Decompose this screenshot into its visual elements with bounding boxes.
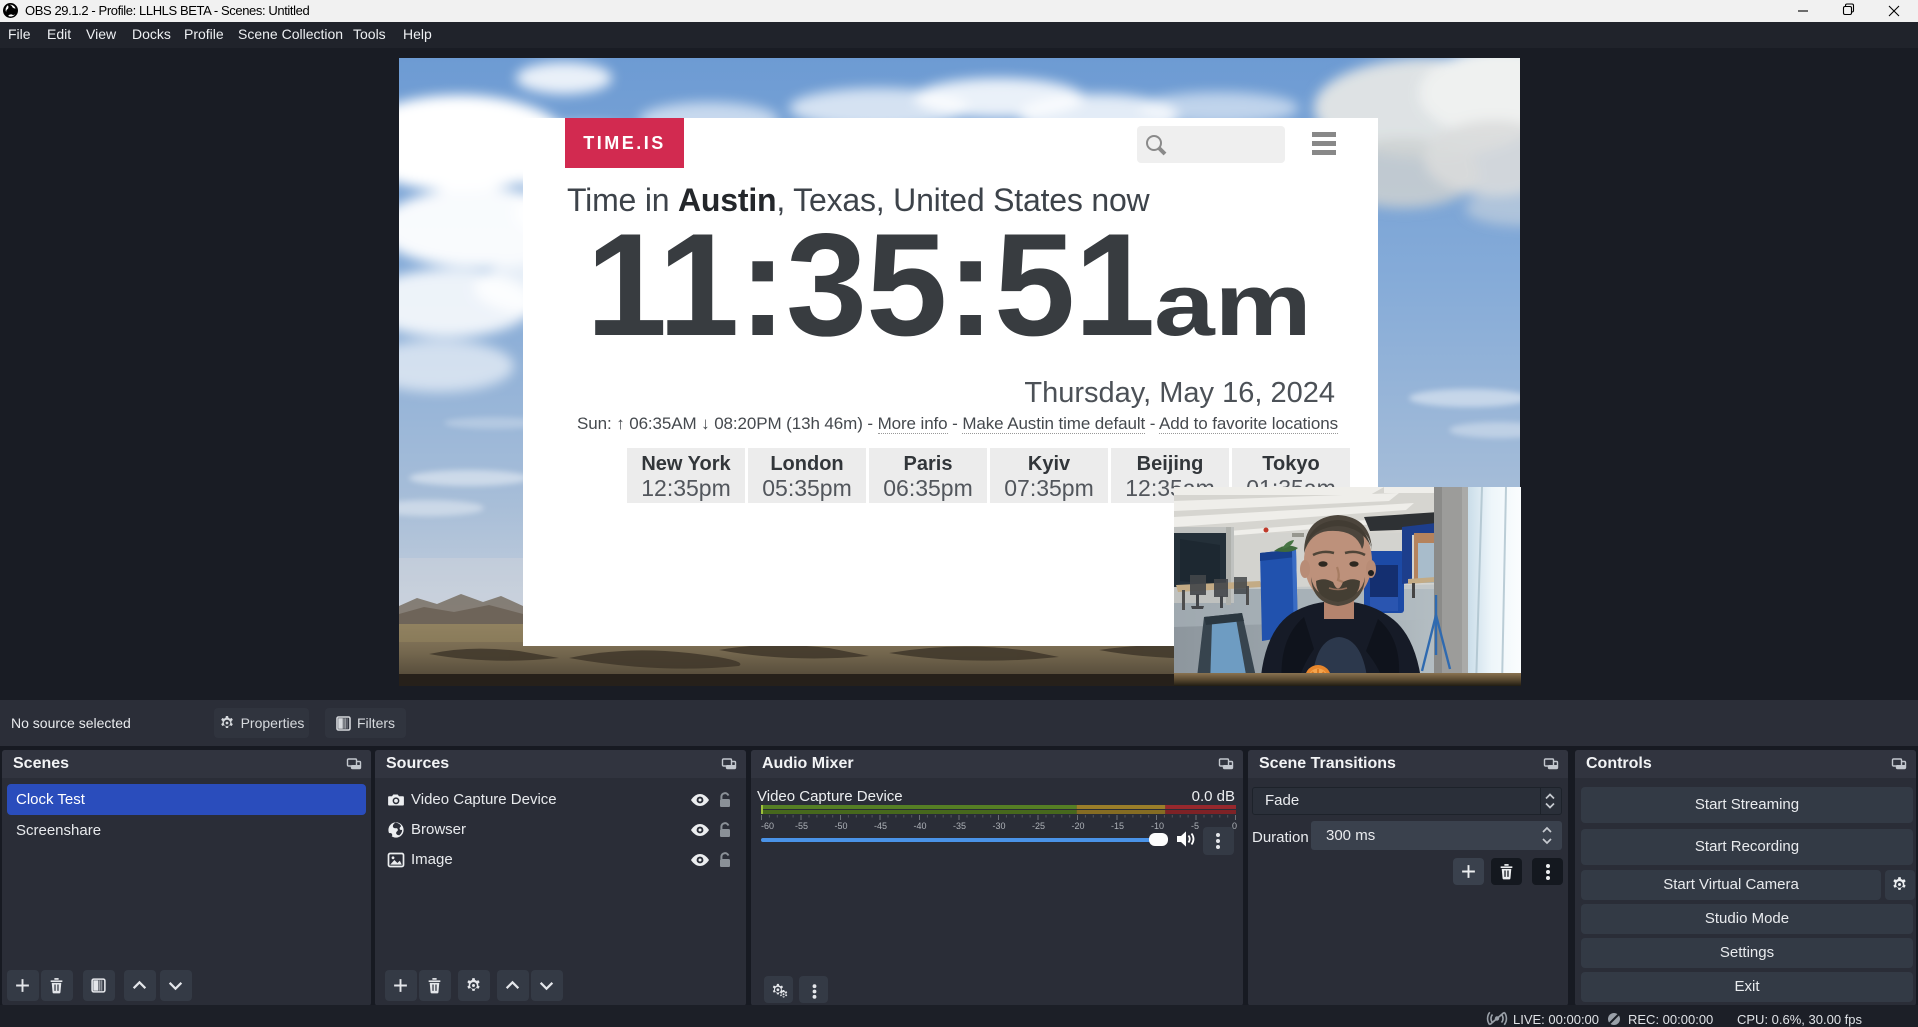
svg-text:-40: -40 bbox=[914, 821, 927, 831]
svg-text:-50: -50 bbox=[835, 821, 848, 831]
svg-text:-10: -10 bbox=[1151, 821, 1164, 831]
svg-text:-55: -55 bbox=[795, 821, 808, 831]
svg-text:-35: -35 bbox=[953, 821, 966, 831]
svg-text:-25: -25 bbox=[1032, 821, 1045, 831]
svg-text:-20: -20 bbox=[1072, 821, 1085, 831]
svg-text:-60: -60 bbox=[761, 821, 774, 831]
svg-text:-30: -30 bbox=[993, 821, 1006, 831]
svg-text:-15: -15 bbox=[1111, 821, 1124, 831]
svg-text:-45: -45 bbox=[874, 821, 887, 831]
